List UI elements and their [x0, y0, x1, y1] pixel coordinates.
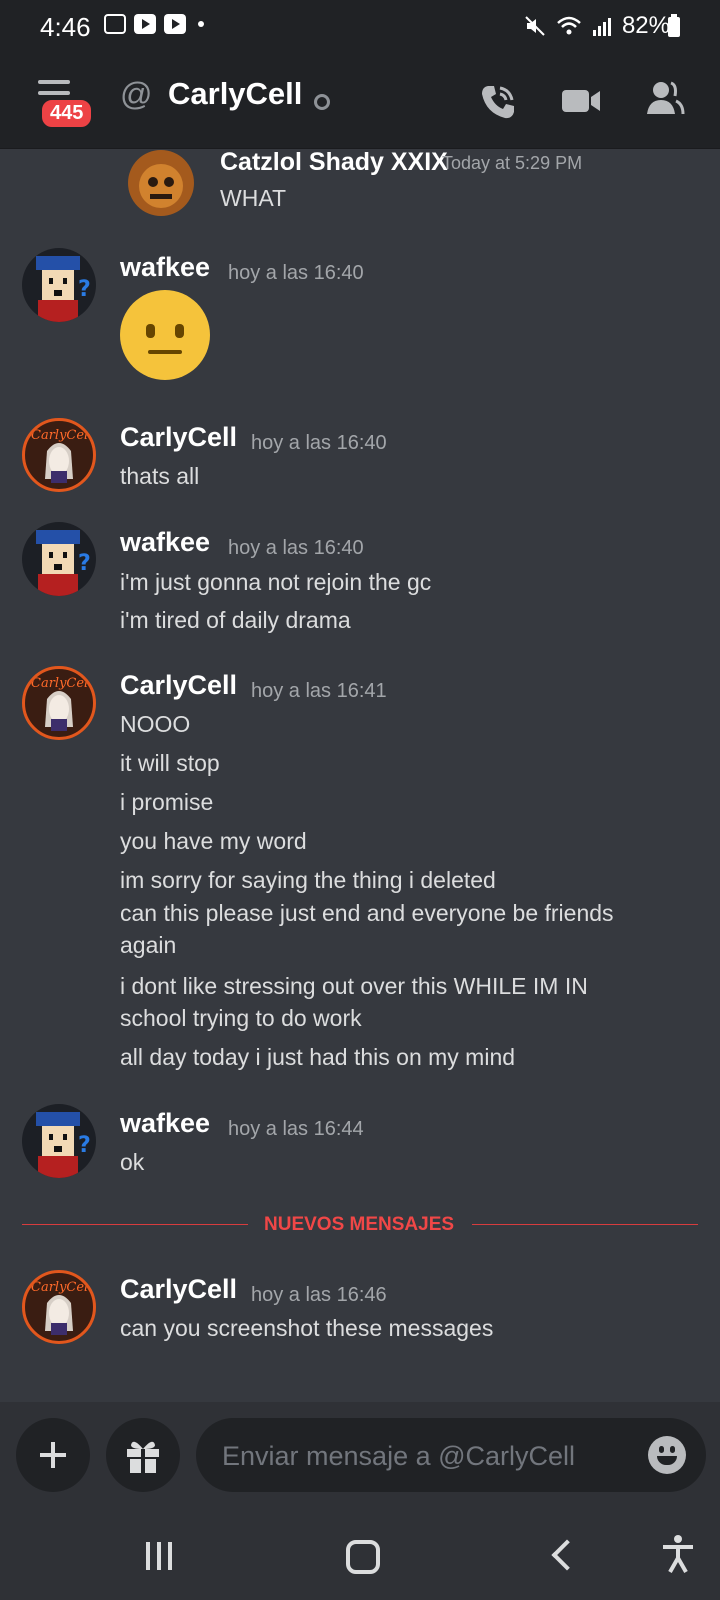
svg-text:?: ? — [78, 551, 91, 576]
svg-text:CarlyCell: CarlyCell — [31, 1280, 92, 1295]
message-timestamp: hoy a las 16:40 — [228, 537, 364, 559]
status-bar: 4:46 82% — [0, 0, 720, 52]
neutral-face-emoji-icon — [120, 290, 210, 380]
message-text: i'm tired of daily drama — [120, 607, 351, 633]
message-text: ok — [120, 1149, 145, 1175]
message-text: WHAT — [220, 185, 287, 211]
accessibility-icon[interactable] — [660, 1534, 696, 1574]
message-text: it will stop — [120, 750, 220, 776]
message-timestamp: Today at 5:29 PM — [442, 153, 583, 173]
svg-text:CarlyCell: CarlyCell — [31, 676, 92, 691]
message-text: im sorry for saying the thing i deleted — [120, 867, 496, 893]
message-timestamp: hoy a las 16:46 — [251, 1284, 387, 1306]
voice-call-icon[interactable] — [478, 82, 518, 122]
message-timestamp: hoy a las 16:40 — [228, 262, 364, 284]
notification-icons — [104, 14, 204, 34]
svg-text:?: ? — [78, 1133, 91, 1158]
youtube-notification-icon — [164, 14, 186, 34]
message-author[interactable]: CarlyCell — [120, 422, 237, 453]
message-text: can you screenshot these messages — [120, 1315, 494, 1341]
status-time: 4:46 — [40, 12, 91, 42]
user-avatar[interactable]: CarlyCell — [22, 418, 96, 492]
message-text: can this please just end and everyone be… — [120, 900, 614, 958]
signal-icon — [592, 18, 611, 36]
user-avatar[interactable]: ? — [22, 522, 96, 596]
message-author[interactable]: CarlyCell — [120, 670, 237, 701]
message-timestamp: hoy a las 16:40 — [251, 432, 387, 454]
dm-header: 445 @ CarlyCell — [0, 52, 720, 149]
message-timestamp: hoy a las 16:44 — [228, 1118, 364, 1140]
gift-icon — [127, 1441, 159, 1473]
gallery-notification-icon — [104, 14, 126, 34]
back-icon[interactable] — [551, 1539, 583, 1571]
message-timestamp: hoy a las 16:41 — [251, 680, 387, 702]
message-text: NOOO — [120, 711, 191, 737]
message-author[interactable]: Catzlol Shady XXIX — [220, 148, 448, 177]
message-author[interactable]: wafkee — [120, 1108, 210, 1139]
svg-text:CarlyCell: CarlyCell — [31, 428, 92, 443]
message-input-container — [196, 1418, 706, 1492]
battery-percent: 82% — [621, 12, 670, 39]
unread-mentions-badge[interactable]: 445 — [38, 96, 96, 131]
wifi-icon — [557, 16, 581, 35]
message-author[interactable]: wafkee — [120, 252, 210, 283]
message-text: you have my word — [120, 828, 307, 854]
user-avatar[interactable]: ? — [22, 248, 96, 322]
video-call-icon[interactable] — [562, 86, 602, 116]
more-notifications-icon — [198, 21, 204, 27]
at-icon: @ — [120, 76, 153, 112]
emoji-picker-icon[interactable] — [648, 1436, 686, 1474]
message-input[interactable] — [220, 1436, 624, 1476]
youtube-notification-icon — [134, 14, 156, 34]
message-text: all day today i just had this on my mind — [120, 1044, 516, 1070]
gift-button[interactable] — [106, 1418, 180, 1492]
svg-text:?: ? — [78, 277, 91, 302]
user-avatar[interactable]: CarlyCell — [22, 1270, 96, 1344]
new-messages-divider-line — [22, 1224, 248, 1225]
new-messages-divider-line — [472, 1224, 698, 1225]
message-composer — [0, 1402, 720, 1510]
system-nav-bar — [0, 1510, 720, 1600]
add-attachment-button[interactable] — [16, 1418, 90, 1492]
message-text: i dont like stressing out over this WHIL… — [120, 973, 588, 1031]
message-author[interactable]: CarlyCell — [120, 1274, 237, 1305]
message-text: i'm just gonna not rejoin the gc — [120, 569, 432, 595]
user-avatar[interactable]: CarlyCell — [22, 666, 96, 740]
members-icon[interactable] — [645, 80, 685, 116]
channel-title[interactable]: CarlyCell — [168, 76, 302, 112]
system-icons: 82% — [524, 12, 670, 40]
mute-icon — [525, 16, 545, 36]
battery-icon — [668, 14, 680, 37]
new-messages-label: NUEVOS MENSAJES — [264, 1214, 455, 1235]
message-text: i promise — [120, 789, 214, 815]
user-avatar[interactable] — [128, 150, 194, 216]
message-author[interactable]: wafkee — [120, 527, 210, 558]
home-icon[interactable] — [346, 1540, 380, 1574]
recent-apps-icon[interactable] — [146, 1542, 172, 1570]
user-avatar[interactable]: ? — [22, 1104, 96, 1178]
offline-status-icon — [314, 94, 330, 110]
message-text: thats all — [120, 463, 200, 489]
